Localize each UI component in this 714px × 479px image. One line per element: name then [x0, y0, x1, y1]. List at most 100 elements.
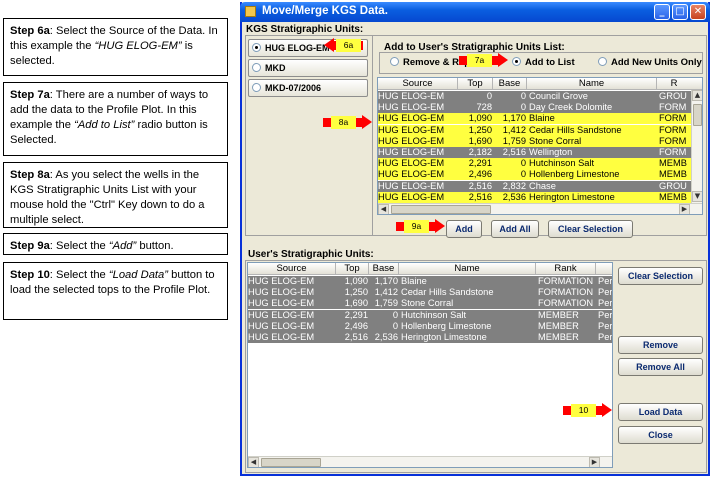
table-row[interactable]: HUG ELOG-EM 2,291 0 Hutchinson Salt MEMB — [378, 158, 691, 170]
kgs-units-table[interactable]: Source Top Base Name R HUG ELOG-EM 0 0 Coun… — [377, 77, 703, 215]
scroll-down-icon[interactable]: ▼ — [692, 191, 702, 202]
cell-name: Hutchinson Salt — [401, 309, 467, 320]
user-units-table[interactable]: Source Top Base Name Rank HUG ELOG-EM 1,0… — [247, 262, 613, 468]
radio-add-to-list[interactable]: Add to List — [512, 57, 575, 68]
cell-top: 1,690 — [468, 135, 492, 146]
add-all-button[interactable]: Add All — [491, 220, 539, 238]
minimize-icon[interactable]: _ — [654, 4, 670, 20]
column-header-source[interactable]: Source — [248, 263, 336, 275]
scroll-thumb[interactable] — [261, 458, 321, 467]
scroll-right-icon[interactable]: ▶ — [589, 457, 600, 467]
marker-label: 7a — [467, 54, 492, 67]
clear-selection-button[interactable]: Clear Selection — [618, 267, 703, 285]
title-bar[interactable]: Move/Merge KGS Data. _ □ ✕ — [240, 2, 710, 22]
scroll-left-icon[interactable]: ◀ — [248, 457, 259, 467]
instruction-step-8a: Step 8a: As you select the wells in the … — [3, 162, 228, 228]
kgs-horizontal-scrollbar[interactable]: ◀ ▶ — [378, 203, 702, 214]
column-header-base[interactable]: Base — [369, 263, 399, 275]
cell-source: HUG ELOG-EM — [378, 169, 445, 180]
table-row[interactable]: HUG ELOG-EM 2,182 2,516 Wellington FORM — [378, 147, 691, 158]
add-button[interactable]: Add — [446, 220, 482, 238]
cell-rank: FORM — [659, 135, 687, 146]
step-label: Step 7a — [10, 89, 50, 101]
table-row[interactable]: HUG ELOG-EM 1,690 1,759 Stone Corral FORM — [378, 135, 691, 147]
arrow-right-icon — [362, 115, 372, 129]
cell-name: Stone Corral — [529, 135, 582, 146]
scroll-left-icon[interactable]: ◀ — [378, 204, 389, 214]
maximize-icon[interactable]: □ — [672, 4, 688, 20]
table-row[interactable]: HUG ELOG-EM 2,496 0 Hollenberg Limestone MEM… — [378, 169, 691, 181]
cell-top: 1,090 — [468, 113, 492, 124]
cell-extra: Perm — [598, 276, 613, 286]
user-horizontal-scrollbar[interactable]: ◀ ▶ — [248, 456, 612, 467]
cell-rank: MEMB — [659, 169, 687, 180]
cell-top: 2,516 — [468, 191, 492, 202]
cell-rank: MEMBER — [538, 309, 579, 320]
table-row[interactable]: HUG ELOG-EM 2,496 0 Hollenberg Limestone MEM… — [248, 320, 612, 332]
close-icon[interactable]: ✕ — [690, 4, 706, 20]
column-header-top[interactable]: Top — [458, 78, 493, 90]
cell-extra: Perm — [598, 298, 613, 309]
cell-base: 1,170 — [374, 276, 398, 286]
scroll-up-icon[interactable]: ▲ — [692, 90, 702, 101]
step-emphasis: “Add to List” — [74, 119, 135, 131]
cell-base: 0 — [520, 91, 526, 101]
cell-top: 2,496 — [468, 169, 492, 180]
window-title: Move/Merge KGS Data. — [262, 5, 388, 17]
cell-rank: GROU — [659, 91, 687, 101]
table-row[interactable]: HUG ELOG-EM 2,516 2,536 Herington Limestone… — [378, 191, 691, 203]
cell-rank: FORM — [659, 124, 687, 135]
table-row[interactable]: HUG ELOG-EM 0 0 Council Grove GROU — [378, 91, 691, 102]
load-data-button[interactable]: Load Data — [618, 403, 703, 421]
marker-label: 8a — [331, 116, 356, 129]
marker-label: 10 — [571, 404, 596, 417]
column-header-name[interactable]: Name — [399, 263, 536, 275]
cell-name: Chase — [529, 180, 556, 191]
cell-source: HUG ELOG-EM — [248, 276, 315, 286]
cell-name: Hutchinson Salt — [529, 158, 595, 169]
scroll-thumb[interactable] — [693, 104, 702, 126]
column-header-rank[interactable]: Rank — [536, 263, 596, 275]
step-label: Step 9a — [10, 240, 50, 252]
table-row[interactable]: HUG ELOG-EM 2,291 0 Hutchinson Salt MEMBER Pe… — [248, 309, 612, 321]
table-row[interactable]: HUG ELOG-EM 1,690 1,759 Stone Corral FORMATI… — [248, 298, 613, 310]
step-text: : Select the — [49, 240, 109, 252]
table-row[interactable]: HUG ELOG-EM 2,516 2,832 Chase GROU — [378, 180, 691, 192]
table-row[interactable]: HUG ELOG-EM 1,090 1,170Blaine FORMATION Perm — [248, 276, 612, 287]
cell-source: HUG ELOG-EM — [378, 191, 445, 202]
cell-source: HUG ELOG-EM — [248, 332, 315, 342]
step-label: Step 10 — [10, 269, 50, 281]
instruction-step-9a: Step 9a: Select the “Add” button. — [3, 233, 228, 255]
kgs-vertical-scrollbar[interactable]: ▲ ▼ — [691, 90, 702, 203]
column-header-base[interactable]: Base — [493, 78, 527, 90]
cell-top: 2,182 — [468, 147, 492, 157]
column-header-rank[interactable]: R — [657, 78, 691, 90]
column-header-name[interactable]: Name — [527, 78, 657, 90]
table-row[interactable]: HUG ELOG-EM 1,250 1,412 Cedar Hills Sandsto… — [248, 287, 612, 299]
scroll-thumb[interactable] — [391, 205, 491, 214]
step-text: button. — [136, 240, 174, 252]
radio-add-new-units[interactable]: Add New Units Only — [598, 57, 702, 68]
table-row[interactable]: HUG ELOG-EM 1,090 1,170 Blaine FORM — [378, 113, 691, 125]
cell-base: 1,759 — [502, 135, 526, 146]
instruction-step-7a: Step 7a: There are a number of ways to a… — [3, 82, 228, 156]
table-row[interactable]: HUG ELOG-EM 1,250 1,412 Cedar Hills Sandsto… — [378, 124, 691, 136]
cell-base: 0 — [520, 102, 526, 113]
arrow-left-icon — [324, 38, 334, 52]
step-label: Step 8a — [10, 169, 50, 181]
close-button[interactable]: Close — [618, 426, 703, 444]
column-header-extra[interactable] — [596, 263, 612, 275]
column-header-source[interactable]: Source — [378, 78, 458, 90]
scroll-right-icon[interactable]: ▶ — [679, 204, 690, 214]
radio-dot-icon — [390, 57, 399, 66]
step-emphasis: “Load Data” — [108, 269, 168, 281]
remove-button[interactable]: Remove — [618, 336, 703, 354]
cell-rank: FORMATION — [538, 298, 594, 309]
column-header-top[interactable]: Top — [336, 263, 369, 275]
cell-source: HUG ELOG-EM — [248, 309, 315, 320]
table-row[interactable]: HUG ELOG-EM 2,516 2,536 Herington Limestone… — [248, 332, 612, 343]
table-row[interactable]: HUG ELOG-EM 728 0 Day Creek Dolomite FORM — [378, 102, 691, 114]
clear-selection-top-button[interactable]: Clear Selection — [548, 220, 633, 238]
remove-all-button[interactable]: Remove All — [618, 358, 703, 376]
cell-top: 2,516 — [468, 180, 492, 191]
